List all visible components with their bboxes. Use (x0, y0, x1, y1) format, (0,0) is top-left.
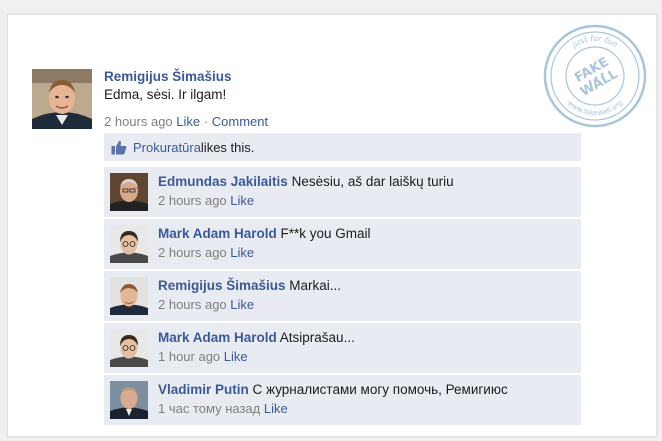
comment-like-link[interactable]: Like (230, 193, 254, 208)
post-timestamp[interactable]: 2 hours ago (104, 114, 173, 129)
post-text: Edma, sėsi. Ir ilgam! (104, 87, 227, 102)
avatar-photo-icon (110, 277, 148, 315)
thumbs-up-icon (111, 140, 127, 154)
post-author-avatar[interactable] (32, 69, 92, 129)
likes-text: likes this. (200, 139, 255, 155)
comment-timestamp[interactable]: 2 hours ago (158, 245, 227, 260)
comment-author-avatar[interactable] (110, 277, 148, 315)
comment-like-link[interactable]: Like (264, 401, 288, 416)
comment-text: F**k you Gmail (276, 226, 371, 241)
comment-body: Mark Adam Harold F**k you Gmail 2 hours … (158, 226, 578, 260)
comment-author-avatar[interactable] (110, 329, 148, 367)
comment-item: Mark Adam Harold Atsiprašau... 1 hour ag… (104, 323, 581, 373)
comment-item: Remigijus Šimašius Markai... 2 hours ago… (104, 271, 581, 321)
post-author-name[interactable]: Remigijus Šimašius (104, 69, 268, 84)
avatar-photo-icon (110, 225, 148, 263)
avatar-photo-icon (110, 329, 148, 367)
comment-author-name[interactable]: Edmundas Jakilaitis (158, 174, 288, 189)
comment-like-link[interactable]: Like (224, 349, 248, 364)
post-meta: 2 hours ago Like · Comment (104, 114, 268, 129)
comment-author-avatar[interactable] (110, 225, 148, 263)
avatar-photo-icon (32, 69, 92, 129)
comment-item: Vladimir Putin С журналистами могу помоч… (104, 375, 581, 425)
comment-body: Vladimir Putin С журналистами могу помоч… (158, 382, 578, 416)
avatar-photo-icon (110, 173, 148, 211)
wall-post-card: just for fun www.fakewall.org FAKE WALL … (7, 14, 657, 437)
comment-timestamp[interactable]: 1 час тому назад (158, 401, 260, 416)
comment-item: Mark Adam Harold F**k you Gmail 2 hours … (104, 219, 581, 269)
post-like-link[interactable]: Like (176, 114, 200, 129)
comment-author-name[interactable]: Mark Adam Harold (158, 226, 277, 241)
comment-timestamp[interactable]: 1 hour ago (158, 349, 220, 364)
comment-timestamp[interactable]: 2 hours ago (158, 193, 227, 208)
comment-author-avatar[interactable] (110, 173, 148, 211)
comment-text: Atsiprašau... (276, 330, 355, 345)
comment-item: Edmundas Jakilaitis Nesėsiu, aš dar laiš… (104, 167, 581, 217)
fake-wall-stamp: just for fun www.fakewall.org FAKE WALL … (543, 24, 647, 128)
avatar-photo-icon (110, 381, 148, 419)
comment-body: Mark Adam Harold Atsiprašau... 1 hour ag… (158, 330, 578, 364)
comment-text: С журналистами могу помочь, Ремигиюс (248, 382, 508, 397)
comment-author-name[interactable]: Remigijus Šimašius (158, 278, 286, 293)
comment-like-link[interactable]: Like (230, 297, 254, 312)
comment-timestamp[interactable]: 2 hours ago (158, 297, 227, 312)
comment-like-link[interactable]: Like (230, 245, 254, 260)
comment-text: Markai... (285, 278, 342, 293)
comment-body: Remigijus Šimašius Markai... 2 hours ago… (158, 278, 578, 312)
comment-text: Nesėsiu, aš dar laiškų turiu (287, 174, 454, 189)
comment-body: Edmundas Jakilaitis Nesėsiu, aš dar laiš… (158, 174, 578, 208)
post-comment-link[interactable]: Comment (212, 114, 268, 129)
post-header: Remigijus Šimašius Edma, sėsi. Ir ilgam!… (104, 69, 268, 129)
likes-bar: Prokuratūra likes this. (104, 133, 581, 162)
meta-separator: · (203, 114, 209, 129)
comment-author-name[interactable]: Mark Adam Harold (158, 330, 277, 345)
comment-author-avatar[interactable] (110, 381, 148, 419)
comment-author-name[interactable]: Vladimir Putin (158, 382, 249, 397)
liker-name[interactable]: Prokuratūra (133, 140, 201, 155)
